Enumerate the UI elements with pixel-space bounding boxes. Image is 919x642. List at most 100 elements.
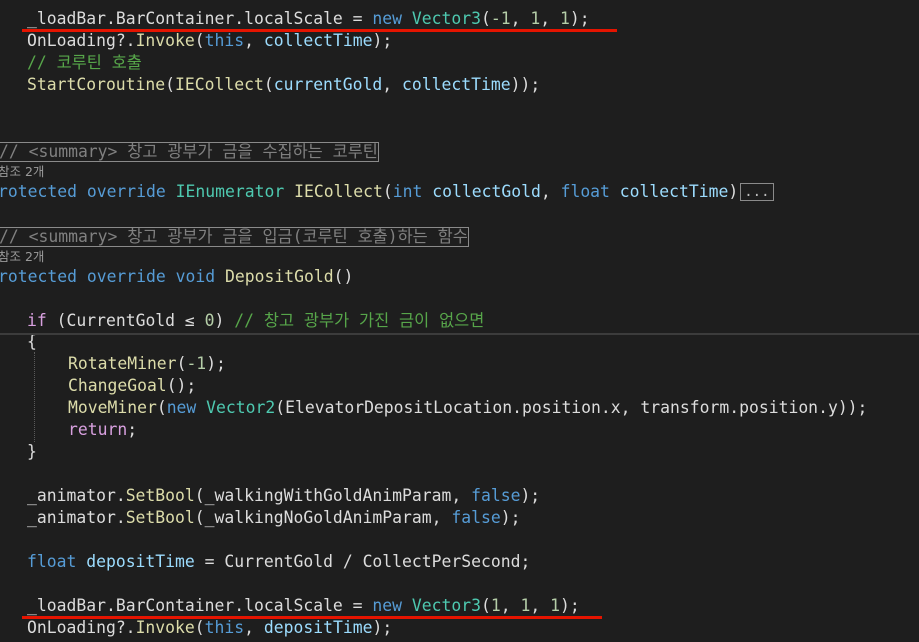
code-token: ( <box>46 311 67 330</box>
code-line: _loadBar. BarContainer. localScale = new V… <box>27 595 580 617</box>
codelens-reference[interactable]: 참조 2개 <box>0 246 44 268</box>
code-token: 0 <box>204 311 215 330</box>
code-token: , <box>510 9 531 28</box>
code-line: if (CurrentGold ≤ 0) // 창고 광부가 가진 금이 없으면 <box>27 310 484 332</box>
code-token: _animator <box>27 486 116 505</box>
code-token: false <box>471 486 521 505</box>
code-token: new <box>372 9 403 28</box>
code-line: } <box>27 441 37 463</box>
code-token: rotected <box>0 267 77 286</box>
code-line: MoveMiner(new Vector2(ElevatorDepositLoc… <box>68 397 867 419</box>
code-token: float <box>27 552 77 571</box>
code-token: this <box>204 618 245 637</box>
code-token: . <box>600 398 611 417</box>
indent-guide <box>34 352 35 442</box>
code-line: StartCoroutine(IECollect(currentGold, co… <box>27 74 540 96</box>
code-token: ); <box>372 618 393 637</box>
code-token: ( <box>156 398 167 417</box>
code-token: ( <box>275 398 286 417</box>
code-line: rotected override void DepositGold() <box>0 266 353 288</box>
code-token: collectGold <box>432 182 541 201</box>
code-token: _animator <box>27 508 116 527</box>
collapsed-summary-comment[interactable]: // <summary> 창고 광부가 금을 입금(코루틴 호출)하는 함수 <box>0 227 469 247</box>
code-line: _animator. SetBool(_walkingWithGoldAnimPa… <box>27 485 540 507</box>
codelens-reference[interactable]: 참조 2개 <box>0 161 44 183</box>
code-token: . <box>115 508 126 527</box>
code-token: ( <box>263 75 274 94</box>
code-token: new <box>166 398 197 417</box>
collapsed-body-ellipsis[interactable]: ... <box>740 183 774 201</box>
code-token: override <box>86 182 166 201</box>
code-token: . <box>234 9 245 28</box>
code-token: _loadBar <box>27 9 106 28</box>
code-token: IECollect <box>175 75 264 94</box>
code-token: collectTime <box>402 75 511 94</box>
code-token: ); <box>569 9 590 28</box>
code-token: ?. <box>115 31 136 50</box>
code-token: (); <box>166 376 197 395</box>
code-token: ChangeGoal <box>68 376 167 395</box>
code-token: ( <box>176 354 187 373</box>
code-token: , <box>244 31 264 50</box>
code-token: // 코루틴 호출 <box>27 53 142 72</box>
code-token: Vector3 <box>411 9 481 28</box>
code-line: // <summary> 창고 광부가 금을 수집하는 코루틴 <box>0 141 379 163</box>
code-token: , <box>540 182 561 201</box>
code-token: _walkingNoGoldAnimParam <box>204 508 432 527</box>
code-token: rotected <box>0 182 77 201</box>
code-token: SetBool <box>125 486 195 505</box>
code-token: localScale <box>244 9 343 28</box>
code-token: , <box>540 9 560 28</box>
code-token: DepositGold <box>225 267 334 286</box>
code-token: )); <box>837 398 868 417</box>
code-token: false <box>451 508 501 527</box>
code-token: Vector2 <box>206 398 276 417</box>
code-token: ≤ <box>175 311 205 330</box>
code-token: transform <box>640 398 730 417</box>
code-token: Vector3 <box>411 596 481 615</box>
code-line: RotateMiner(-1); <box>68 353 226 375</box>
code-token: collectTime <box>619 182 729 201</box>
code-token: ?. <box>115 618 136 637</box>
code-token: 1 <box>550 596 560 615</box>
code-token: collectTime <box>263 31 373 50</box>
code-token: / <box>332 552 363 571</box>
code-token: . <box>729 398 740 417</box>
code-token: localScale <box>244 596 343 615</box>
code-token: } <box>27 442 37 461</box>
code-token: depositTime <box>263 618 373 637</box>
code-token: void <box>175 267 216 286</box>
code-line: rotected override IEnumerator IECollect(… <box>0 181 774 203</box>
code-token: ); <box>372 31 393 50</box>
code-token: , <box>500 596 521 615</box>
code-token: , <box>451 486 472 505</box>
code-token: // 창고 광부가 가진 금이 없으면 <box>234 311 485 330</box>
code-token: ); <box>559 596 580 615</box>
code-token: depositTime <box>86 552 195 571</box>
code-token: 1 <box>559 9 570 28</box>
code-token: Invoke <box>135 618 195 637</box>
collapsed-summary-comment[interactable]: // <summary> 창고 광부가 금을 수집하는 코루틴 <box>0 142 379 162</box>
code-token: y <box>827 398 838 417</box>
code-token: override <box>86 267 166 286</box>
code-token: ) <box>214 311 235 330</box>
code-token: . <box>234 596 245 615</box>
code-line: float depositTime = CurrentGold / Collec… <box>27 551 530 573</box>
code-token: // <summary> 창고 광부가 금을 수집하는 코루틴 <box>0 142 378 161</box>
code-line: _loadBar. BarContainer. localScale = new V… <box>27 8 590 30</box>
code-token: , <box>382 75 403 94</box>
code-token: SetBool <box>125 508 195 527</box>
code-token: = <box>194 552 225 571</box>
code-token: position <box>521 398 601 417</box>
code-token: () <box>333 267 354 286</box>
code-line: return; <box>68 419 137 441</box>
code-token: RotateMiner <box>68 354 177 373</box>
region-separator <box>0 333 919 335</box>
code-line: OnLoading?. Invoke(this, collectTime); <box>27 30 392 52</box>
code-token: OnLoading <box>27 31 116 50</box>
code-token: int <box>392 182 423 201</box>
